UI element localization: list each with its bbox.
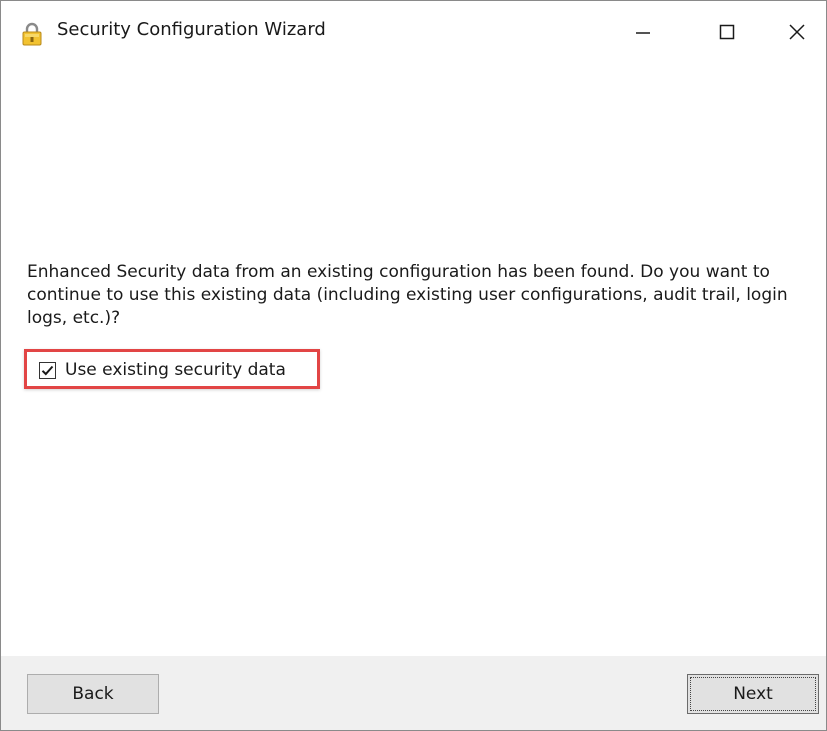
window-title: Security Configuration Wizard (57, 19, 326, 40)
checkbox-highlight-box: Use existing security data (24, 349, 320, 389)
back-button[interactable]: Back (27, 674, 159, 714)
existing-data-message: Enhanced Security data from an existing … (27, 262, 788, 328)
minimize-button[interactable] (613, 1, 673, 63)
maximize-button[interactable] (697, 1, 757, 63)
checkbox-label[interactable]: Use existing security data (65, 360, 286, 380)
minimize-icon (635, 24, 651, 40)
maximize-icon (719, 24, 735, 40)
focus-ring (690, 677, 816, 711)
close-icon (789, 24, 805, 40)
wizard-footer: Back Next (1, 656, 826, 730)
title-bar: Security Configuration Wizard (1, 1, 826, 65)
next-button[interactable]: Next (687, 674, 819, 714)
close-button[interactable] (767, 1, 826, 63)
checkbox-box[interactable] (39, 361, 56, 379)
checkmark-icon (41, 365, 54, 375)
wizard-content: Enhanced Security data from an existing … (1, 65, 826, 656)
wizard-window: Security Configuration Wizard Enhanced S… (0, 0, 827, 731)
back-button-label: Back (72, 684, 114, 704)
use-existing-data-checkbox[interactable]: Use existing security data (39, 360, 286, 380)
padlock-icon (21, 21, 43, 47)
